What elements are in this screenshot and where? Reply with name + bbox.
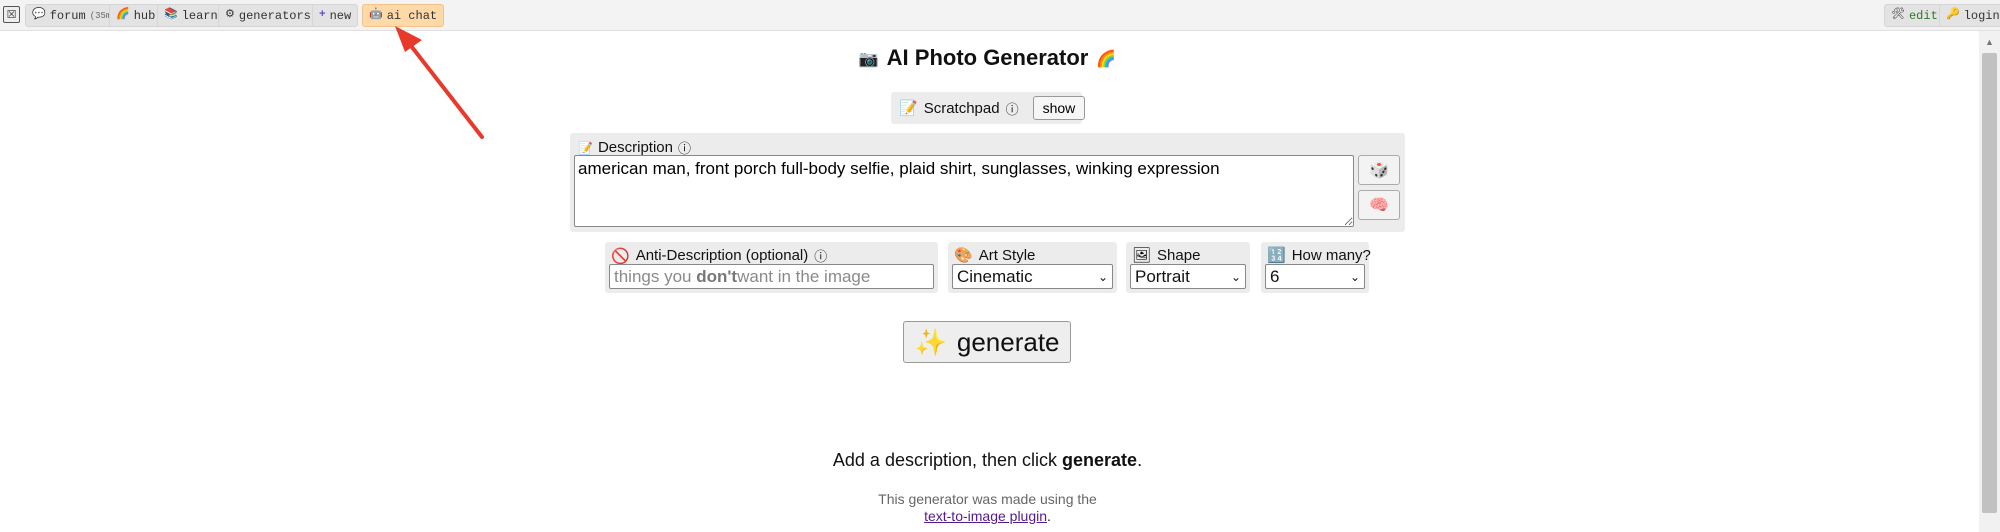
annotation-arrow-icon: [395, 26, 484, 139]
